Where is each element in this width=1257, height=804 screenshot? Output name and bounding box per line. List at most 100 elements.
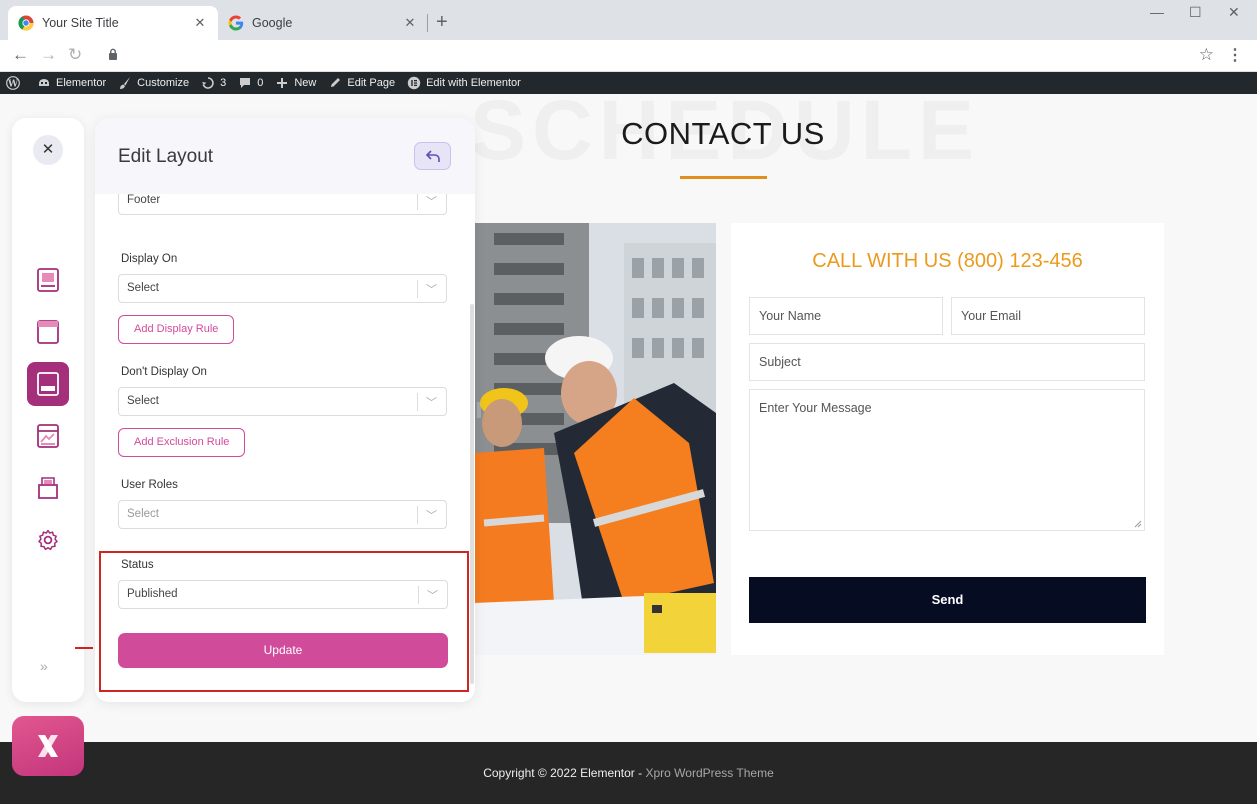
annotation-highlight-box <box>99 551 469 692</box>
admin-bar-wordpress[interactable]: W <box>6 76 25 90</box>
dont-display-on-select[interactable]: Select ﹀ <box>118 387 447 416</box>
settings-button[interactable] <box>27 518 69 562</box>
admin-bar-new[interactable]: New <box>275 76 316 90</box>
message-placeholder: Enter Your Message <box>759 401 872 415</box>
page-title: CONTACT US <box>621 116 825 151</box>
admin-bar-comments[interactable]: 0 <box>238 76 263 90</box>
send-button[interactable]: Send <box>749 577 1146 623</box>
layout-type-select[interactable]: Footer ﹀ <box>118 194 447 215</box>
brush-icon <box>120 77 131 89</box>
annotation-pointer <box>75 647 93 649</box>
footer-layout-icon <box>37 372 59 396</box>
bookmark-star-icon[interactable]: ☆ <box>1199 45 1214 65</box>
updates-icon <box>202 77 214 89</box>
admin-bar-label: 3 <box>220 77 227 89</box>
address-bar[interactable]: ☆ <box>96 43 1224 69</box>
theme-link[interactable]: Xpro WordPress Theme <box>645 766 773 780</box>
back-button[interactable]: ← <box>12 45 29 65</box>
select-value: Footer <box>127 194 161 206</box>
chevron-down-icon: ﹀ <box>426 397 437 409</box>
plus-icon <box>277 78 288 88</box>
admin-bar-customize[interactable]: Customize <box>118 76 189 90</box>
browser-toolbar: ← → ↻ ☆ ⋮ <box>0 40 1257 72</box>
display-on-select[interactable]: Select ﹀ <box>118 274 447 303</box>
admin-bar-label: Elementor <box>56 77 107 89</box>
user-roles-label: User Roles <box>121 479 178 491</box>
admin-bar-label: 0 <box>257 77 264 89</box>
footer-layout-button[interactable] <box>27 362 69 406</box>
admin-bar-edit-page[interactable]: Edit Page <box>328 76 395 90</box>
title-underline <box>680 176 767 179</box>
lock-icon <box>109 48 117 60</box>
construction-workers-photo <box>474 223 716 655</box>
forward-button[interactable]: → <box>40 45 57 65</box>
builder-icon-rail: ✕ » <box>12 118 84 702</box>
name-field[interactable]: Your Name <box>749 297 943 335</box>
photo-illustration <box>474 223 716 655</box>
admin-bar-elementor[interactable]: Elementor <box>37 76 106 90</box>
select-divider <box>417 194 418 210</box>
page-layout-icon <box>37 320 59 344</box>
xpro-logo-button[interactable] <box>12 716 84 776</box>
add-display-rule-button[interactable]: Add Display Rule <box>118 315 235 344</box>
comment-icon <box>240 78 251 88</box>
select-value: Select <box>127 395 159 407</box>
maximize-button[interactable]: ☐ <box>1189 4 1202 21</box>
chrome-icon <box>18 15 34 31</box>
panel-title: Edit Layout <box>118 146 214 167</box>
select-value: Select <box>127 508 159 520</box>
tab-google[interactable]: Google ✕ <box>218 6 428 40</box>
archive-layout-button[interactable] <box>27 414 69 458</box>
wordpress-icon: W <box>6 76 20 90</box>
add-exclusion-rule-button[interactable]: Add Exclusion Rule <box>118 428 246 457</box>
admin-bar-updates[interactable]: 3 <box>201 76 226 90</box>
select-value: Select <box>127 282 159 294</box>
tab-separator <box>427 14 428 32</box>
admin-bar-label: Edit with Elementor <box>426 77 521 89</box>
xpro-logo-icon <box>38 735 58 757</box>
browser-menu-icon[interactable]: ⋮ <box>1227 45 1243 65</box>
tab-close-icon[interactable]: ✕ <box>402 15 418 31</box>
close-window-button[interactable]: ✕ <box>1228 4 1240 21</box>
tab-title: Your Site Title <box>42 16 119 30</box>
admin-bar-edit-with-elementor[interactable]: Edit with Elementor <box>407 76 521 90</box>
user-roles-select[interactable]: Select ﹀ <box>118 500 447 529</box>
resize-handle-icon[interactable] <box>1134 520 1142 528</box>
single-post-icon <box>38 477 58 499</box>
dont-display-on-label: Don't Display On <box>121 366 207 378</box>
message-textarea[interactable]: Enter Your Message <box>749 389 1145 531</box>
close-builder-button[interactable]: ✕ <box>33 135 63 165</box>
tab-close-icon[interactable]: ✕ <box>192 15 208 31</box>
archive-layout-icon <box>37 424 59 448</box>
minimize-button[interactable]: — <box>1150 4 1164 20</box>
chevron-down-icon: ﹀ <box>426 196 437 208</box>
reload-button[interactable]: ↻ <box>68 45 82 65</box>
tab-your-site-title[interactable]: Your Site Title ✕ <box>8 6 218 40</box>
back-arrow-icon <box>425 150 440 162</box>
admin-bar-label: Edit Page <box>347 77 396 89</box>
settings-gear-icon <box>38 529 58 551</box>
header-layout-button[interactable] <box>27 258 69 302</box>
site-footer: Copyright © 2022 Elementor - Xpro WordPr… <box>0 742 1257 804</box>
select-divider <box>417 280 418 298</box>
single-post-button[interactable] <box>27 466 69 510</box>
back-button[interactable] <box>414 142 451 170</box>
panel-scrollbar[interactable] <box>470 304 474 684</box>
subject-field[interactable]: Subject <box>749 343 1145 381</box>
select-divider <box>417 506 418 524</box>
google-icon <box>228 15 244 31</box>
chevron-down-icon: ﹀ <box>426 284 437 296</box>
email-field[interactable]: Your Email <box>951 297 1145 335</box>
expand-rail-icon[interactable]: » <box>40 658 48 674</box>
new-tab-button[interactable]: + <box>436 12 448 32</box>
admin-bar-label: Customize <box>137 77 190 89</box>
panel-resize-handle[interactable] <box>476 400 482 420</box>
elementor-icon <box>39 79 49 86</box>
page-layout-button[interactable] <box>27 310 69 354</box>
admin-bar-label: New <box>294 77 317 89</box>
elementor-e-icon <box>407 76 421 90</box>
svg-text:W: W <box>7 79 19 89</box>
display-on-label: Display On <box>121 253 178 265</box>
contact-form: CALL WITH US (800) 123-456 Your Name You… <box>731 223 1164 655</box>
copyright-text: Copyright © 2022 Elementor - <box>483 766 646 780</box>
